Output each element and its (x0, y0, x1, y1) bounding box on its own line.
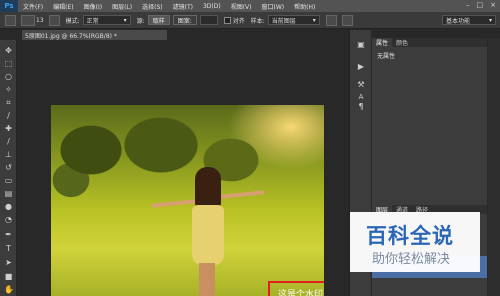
chevron-down-icon: ▾ (123, 16, 127, 24)
history-brush-tool-icon[interactable]: ↺ (4, 163, 13, 172)
eraser-tool-icon[interactable]: ▭ (4, 176, 13, 185)
aligned-label: 对齐 (232, 17, 245, 25)
panel-scrollbar[interactable] (488, 38, 500, 296)
menu-3d[interactable]: 3D(D) (198, 3, 226, 10)
watermark-text: 这是个水印 (278, 290, 324, 296)
trees-background (51, 105, 324, 200)
menu-window[interactable]: 窗口(W) (257, 2, 290, 11)
document-image[interactable]: 这是个水印 (51, 105, 324, 296)
hand-tool-icon[interactable]: ✋ (4, 285, 14, 294)
path-select-tool-icon[interactable]: ➤ (4, 258, 13, 267)
workspace-value: 基本功能 (446, 17, 471, 25)
close-button[interactable]: × (490, 1, 496, 9)
history-panel-icon[interactable]: ▣ (356, 40, 366, 50)
type-tool-icon[interactable]: T (4, 244, 13, 253)
minimize-button[interactable]: – (466, 1, 470, 9)
logo-overlay: 百科全说 助你轻松解决 (350, 212, 480, 272)
character-panel-icon[interactable]: A (356, 92, 366, 102)
sample-value: 当前图层 (271, 17, 296, 25)
gradient-tool-icon[interactable]: ▤ (4, 189, 13, 198)
brush-size-value: 13 (36, 16, 44, 24)
paragraph-panel-icon[interactable]: ¶ (356, 102, 366, 112)
mode-value: 正常 (86, 17, 99, 25)
mode-select[interactable]: 正常 ▾ (82, 15, 131, 25)
source-pattern-button[interactable]: 图案: (172, 15, 197, 25)
brush-preset-icon[interactable] (21, 14, 35, 26)
eyedropper-tool-icon[interactable]: ∕ (4, 111, 13, 120)
brush-settings-icon[interactable] (48, 14, 60, 26)
tool-preset-icon[interactable] (5, 14, 16, 26)
brush-tool-icon[interactable]: / (4, 137, 13, 146)
sample-select[interactable]: 当前图层 ▾ (267, 15, 320, 25)
menu-view[interactable]: 视图(V) (226, 2, 257, 11)
document-tab[interactable]: 5原图01.jpg @ 66.7%(RGB/8) * (22, 30, 167, 40)
blur-tool-icon[interactable]: ● (4, 202, 13, 211)
logo-title: 百科全说 (366, 224, 454, 248)
brush-panel-icon[interactable]: ⚒ (356, 80, 366, 90)
ignore-adjustment-icon[interactable] (325, 14, 337, 26)
pressure-icon[interactable] (341, 14, 353, 26)
pen-tool-icon[interactable]: ✒ (4, 230, 13, 239)
girl-dress (192, 205, 224, 265)
source-label: 源: (136, 17, 145, 25)
tab-color[interactable]: 颜色 (392, 38, 412, 47)
girl-left-arm (151, 199, 198, 208)
tab-properties[interactable]: 属性 (372, 38, 393, 47)
document-tab-title: 5原图01.jpg @ 66.7%(RGB/8) * (25, 32, 117, 40)
source-sampled-button[interactable]: 取样 (147, 15, 170, 25)
canvas-area[interactable]: 这是个水印 (18, 40, 346, 296)
menu-bar: Ps 文件(F) 编辑(E) 图像(I) 图层(L) 选择(S) 滤镜(T) 3… (0, 0, 500, 12)
girl-hair (195, 167, 221, 209)
sample-label: 样本: (250, 17, 265, 25)
lasso-tool-icon[interactable]: ○ (4, 72, 13, 81)
chevron-down-icon: ▾ (312, 16, 316, 24)
workspace-select[interactable]: 基本功能 ▾ (442, 15, 496, 25)
options-bar: 13 模式: 正常 ▾ 源: 取样 图案: 对齐 样本: 当前图层 ▾ 基本功能 ▾ (0, 12, 500, 29)
menu-image[interactable]: 图像(I) (79, 2, 107, 11)
dodge-tool-icon[interactable]: ◔ (4, 215, 13, 224)
shape-tool-icon[interactable]: ■ (4, 272, 13, 281)
aligned-checkbox[interactable] (223, 16, 231, 24)
maximize-button[interactable]: □ (477, 1, 484, 9)
menu-help[interactable]: 帮助(H) (289, 2, 320, 11)
actions-panel-icon[interactable]: ▶ (356, 62, 366, 72)
properties-content: 无属性 (377, 53, 396, 60)
properties-tabs: 属性 颜色 (372, 38, 487, 47)
clone-stamp-tool-icon[interactable]: ⊥ (4, 150, 13, 159)
healing-tool-icon[interactable]: ✚ (4, 124, 13, 133)
menu-file[interactable]: 文件(F) (18, 2, 48, 11)
logo-subtitle: 助你轻松解决 (372, 252, 451, 267)
crop-tool-icon[interactable]: ⌗ (4, 98, 13, 107)
menu-edit[interactable]: 编辑(E) (48, 2, 78, 11)
photoshop-logo: Ps (0, 0, 18, 12)
magic-wand-tool-icon[interactable]: ✧ (4, 85, 13, 94)
chevron-down-icon: ▾ (488, 16, 492, 24)
tools-panel: ✥ ⬚ ○ ✧ ⌗ ∕ ✚ / ⊥ ↺ ▭ ▤ ● ◔ ✒ T ➤ ■ ✋ (0, 40, 17, 296)
pattern-picker[interactable] (199, 15, 218, 25)
menu-filter[interactable]: 滤镜(T) (168, 2, 198, 11)
mode-label: 模式: (65, 17, 80, 25)
marquee-tool-icon[interactable]: ⬚ (4, 59, 13, 68)
move-tool-icon[interactable]: ✥ (4, 46, 13, 55)
menu-select[interactable]: 选择(S) (137, 2, 168, 11)
girl-legs (199, 263, 215, 296)
window-controls: – □ × (466, 1, 496, 9)
menu-layer[interactable]: 图层(L) (107, 2, 137, 11)
